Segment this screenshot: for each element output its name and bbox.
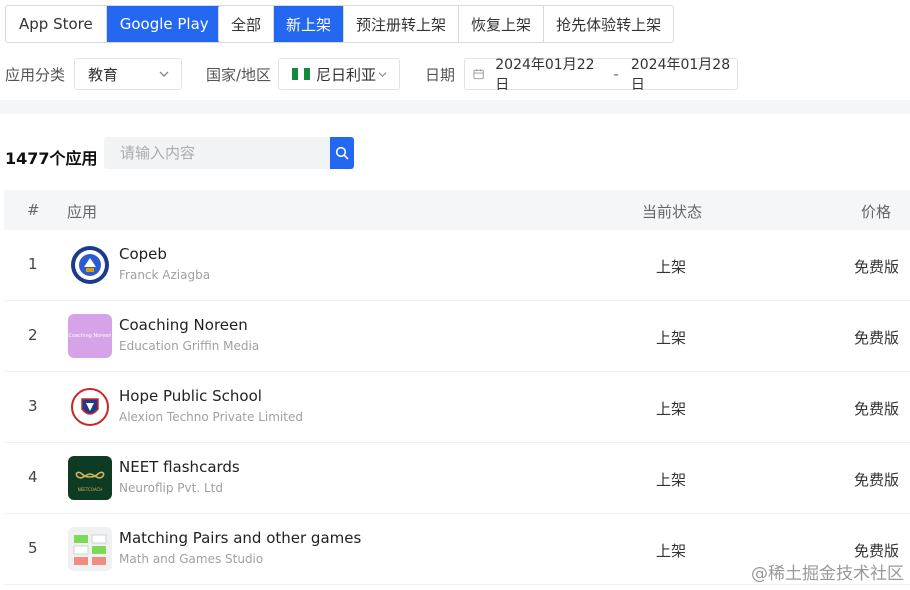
app-developer: Alexion Techno Private Limited xyxy=(119,410,303,424)
app-name[interactable]: Hope Public School xyxy=(119,387,262,405)
row-index: 3 xyxy=(28,397,38,415)
tab-new-listing[interactable]: 新上架 xyxy=(274,6,345,42)
country-value: 尼日利亚 xyxy=(316,65,377,84)
app-name[interactable]: NEET flashcards xyxy=(119,458,240,476)
date-end[interactable]: 2024年01月28日 xyxy=(631,54,737,94)
header-status: 当前状态 xyxy=(642,203,703,221)
calendar-icon xyxy=(473,69,484,80)
app-developer: Neuroflip Pvt. Ltd xyxy=(119,481,223,495)
price-text: 免费版 xyxy=(854,258,900,276)
country-label: 国家/地区 xyxy=(206,66,272,84)
app-name[interactable]: Copeb xyxy=(119,245,167,263)
row-index: 4 xyxy=(28,468,38,486)
table-row[interactable]: 1 Copeb Franck Aziagba 上架 免费版 xyxy=(4,230,910,301)
price-text: 免费版 xyxy=(854,471,900,489)
header-app: 应用 xyxy=(67,203,98,221)
search-input[interactable] xyxy=(104,137,330,169)
date-label: 日期 xyxy=(425,66,456,84)
row-index: 2 xyxy=(28,326,38,344)
table-row[interactable]: 4 NEETCOACH NEET flashcards Neuroflip Pv… xyxy=(4,443,910,514)
status-text: 上架 xyxy=(656,258,687,276)
hope-school-crest-icon[interactable] xyxy=(68,385,112,429)
coaching-noreen-icon[interactable]: Coaching Noreen xyxy=(68,314,112,358)
chevron-down-icon xyxy=(159,71,169,77)
section-divider xyxy=(0,100,910,114)
category-value: 教育 xyxy=(88,65,119,84)
row-index: 1 xyxy=(28,255,38,273)
tab-all[interactable]: 全部 xyxy=(219,6,275,42)
table-row[interactable]: 3 Hope Public School Alexion Techno Priv… xyxy=(4,372,910,443)
header-index: # xyxy=(27,201,40,219)
price-text: 免费版 xyxy=(854,400,900,418)
table-row[interactable]: 2 Coaching Noreen Coaching Noreen Educat… xyxy=(4,301,910,372)
date-start[interactable]: 2024年01月22日 xyxy=(495,54,601,94)
status-text: 上架 xyxy=(656,542,687,560)
price-text: 免费版 xyxy=(854,542,900,560)
search-icon xyxy=(335,146,349,160)
tab-early-access-to-listed[interactable]: 抢先体验转上架 xyxy=(544,6,674,42)
status-text: 上架 xyxy=(656,400,687,418)
watermark: @稀土掘金技术社区 xyxy=(751,564,904,584)
app-developer: Math and Games Studio xyxy=(119,552,264,566)
tab-google-play[interactable]: Google Play xyxy=(106,6,222,42)
matching-pairs-icon[interactable] xyxy=(68,527,112,571)
date-range-picker[interactable]: 2024年01月22日 - 2024年01月28日 xyxy=(464,57,738,93)
header-price: 价格 xyxy=(861,203,892,221)
app-count: 1477个应用 xyxy=(5,149,98,168)
icon-text: NEETCOACH xyxy=(77,487,103,492)
copeb-badge-icon[interactable] xyxy=(68,243,112,287)
country-select[interactable]: 尼日利亚 xyxy=(278,58,400,90)
price-text: 免费版 xyxy=(854,329,900,347)
status-text: 上架 xyxy=(656,329,687,347)
table-header: # 应用 当前状态 价格 xyxy=(4,190,910,230)
app-developer: Education Griffin Media xyxy=(119,339,260,353)
search-box xyxy=(104,137,354,169)
app-name[interactable]: Matching Pairs and other games xyxy=(119,529,361,547)
row-index: 5 xyxy=(28,539,38,557)
tab-relisted[interactable]: 恢复上架 xyxy=(459,6,545,42)
status-text: 上架 xyxy=(656,471,687,489)
app-name[interactable]: Coaching Noreen xyxy=(119,316,248,334)
listing-type-tabs: 全部 新上架 预注册转上架 恢复上架 抢先体验转上架 xyxy=(218,5,675,43)
tab-app-store[interactable]: App Store xyxy=(6,6,107,42)
store-tabs: App Store Google Play xyxy=(5,5,223,43)
icon-text: Coaching Noreen xyxy=(68,333,112,339)
date-separator: - xyxy=(613,65,619,83)
app-developer: Franck Aziagba xyxy=(119,268,211,282)
category-label: 应用分类 xyxy=(5,66,66,84)
nigeria-flag-icon xyxy=(292,68,310,80)
neet-infinity-icon[interactable]: NEETCOACH xyxy=(68,456,112,500)
tab-preregister-to-listed[interactable]: 预注册转上架 xyxy=(344,6,460,42)
search-button[interactable] xyxy=(330,137,354,169)
chevron-down-icon xyxy=(378,72,387,78)
category-select[interactable]: 教育 xyxy=(74,58,182,90)
